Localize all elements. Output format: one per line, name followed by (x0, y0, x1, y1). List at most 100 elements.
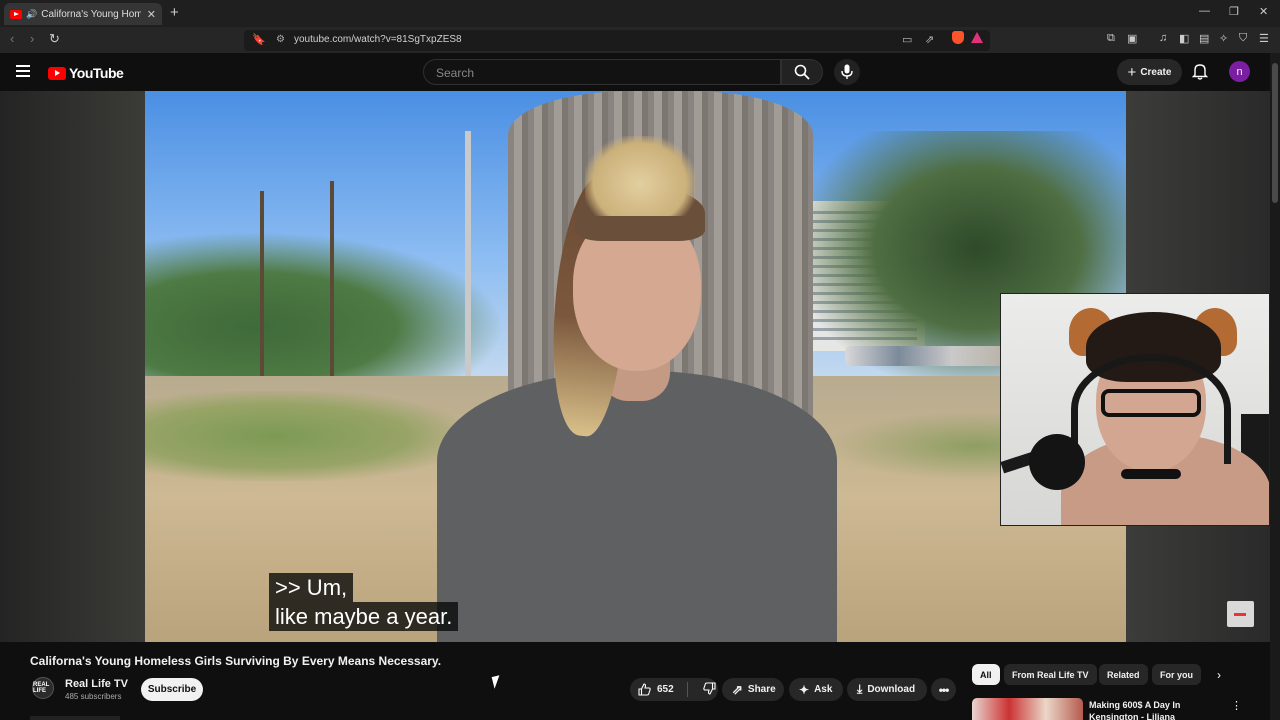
page-scrollbar[interactable] (1270, 53, 1280, 720)
search-icon (794, 64, 810, 80)
more-actions-button[interactable]: ••• (931, 678, 956, 701)
chip-related[interactable]: Related (1099, 664, 1148, 685)
browser-toolbar: ‹ › ↻ 🔖 ⚙ youtube.com/watch?v=81SgTxpZES… (0, 27, 1280, 53)
reload-icon[interactable]: ↻ (49, 31, 60, 47)
download-button[interactable]: ⤓ Download (847, 678, 927, 701)
logo-text: YouTube (69, 65, 124, 81)
chip-for-you[interactable]: For you (1152, 664, 1201, 685)
brave-rewards-icon[interactable] (971, 32, 983, 43)
bell-icon[interactable] (1192, 63, 1208, 80)
brave-shields-icon[interactable] (952, 31, 964, 44)
more-horizontal-icon: ••• (938, 682, 950, 697)
download-icon: ⤓ (857, 682, 863, 696)
create-button[interactable]: + Create (1117, 59, 1182, 85)
player-overlay-button[interactable] (1227, 601, 1254, 627)
close-window-icon[interactable]: ✕ (1259, 5, 1268, 18)
mouse-cursor (491, 675, 503, 689)
forward-icon[interactable]: › (30, 31, 34, 46)
scene-trees-left (145, 231, 505, 391)
scene-palm (260, 191, 264, 391)
ask-label: Ask (814, 684, 833, 695)
back-icon[interactable]: ‹ (10, 31, 14, 46)
ambient-blur-left (0, 91, 145, 642)
video-player[interactable] (0, 91, 1270, 642)
share-button[interactable]: ⇗ Share (722, 678, 784, 701)
caption-line: >> Um, (269, 573, 354, 602)
channel-avatar[interactable]: REAL LIFE (32, 677, 54, 699)
cast-icon[interactable]: ▭ (902, 33, 912, 46)
youtube-play-icon (48, 66, 66, 80)
like-divider (687, 682, 688, 697)
sidebar-panel-icon[interactable]: ▣ (1127, 32, 1137, 45)
sparkle-icon: ✦ (799, 682, 810, 697)
youtube-favicon-icon (10, 9, 22, 19)
scene-lamp-post (465, 131, 471, 391)
webcam-glasses (1101, 389, 1201, 417)
search-button[interactable] (781, 59, 823, 85)
chip-from-channel[interactable]: From Real Life TV (1004, 664, 1097, 685)
minimize-window-icon[interactable]: — (1199, 5, 1210, 17)
search-input[interactable] (434, 65, 764, 81)
speaker-icon[interactable]: 🔊 (26, 9, 37, 20)
scene-palm (330, 181, 334, 391)
related-video-title[interactable]: Making 600$ A Day In Kensington - Lilian… (1089, 699, 1209, 720)
subscriber-count: 485 subscribers (65, 692, 122, 701)
like-dislike-group: 652 (630, 678, 718, 701)
scene-cars (845, 346, 1005, 366)
search-box[interactable] (423, 59, 781, 85)
media-icon[interactable]: ♫ (1159, 32, 1167, 44)
share-label: Share (747, 684, 776, 695)
scrollbar-thumb[interactable] (1272, 63, 1278, 203)
youtube-masthead: YouTube + Create n (0, 53, 1280, 91)
vpn-shield-icon[interactable]: ⛉ (1239, 32, 1247, 45)
dislike-button[interactable] (693, 681, 716, 698)
related-video-thumbnail[interactable] (972, 698, 1083, 720)
extensions-icon[interactable]: ⧉ (1107, 32, 1115, 45)
wallet-icon[interactable]: ▤ (1199, 32, 1209, 45)
description-box-edge (30, 716, 120, 720)
site-info-icon[interactable]: ⚙ (276, 34, 285, 45)
chip-all[interactable]: All (972, 664, 1000, 685)
like-count: 652 (657, 684, 674, 695)
mic-icon (841, 64, 853, 79)
new-tab-icon[interactable]: + (170, 4, 179, 21)
voice-search-button[interactable] (834, 59, 860, 85)
browser-tab-strip: 🔊 Californa's Young Homeless G ✕ + — ❐ ✕ (0, 0, 1280, 27)
webcam-collar (1121, 469, 1181, 479)
restore-window-icon[interactable]: ❐ (1229, 5, 1239, 18)
share-icon: ⇗ (732, 681, 743, 697)
webcam-microphone (1029, 434, 1085, 490)
chevron-right-icon[interactable]: › (1217, 668, 1221, 682)
subscribe-button[interactable]: Subscribe (141, 678, 203, 701)
leo-ai-icon[interactable]: ✧ (1219, 32, 1228, 45)
caption-line: like maybe a year. (269, 602, 459, 631)
video-captions: >> Um, like maybe a year. (269, 573, 459, 631)
plus-icon: + (1127, 63, 1137, 81)
hamburger-icon[interactable] (16, 65, 30, 77)
browser-tab[interactable]: 🔊 Californa's Young Homeless G ✕ (4, 3, 162, 25)
like-button[interactable]: 652 (630, 683, 682, 696)
thumbs-up-icon (638, 683, 651, 696)
download-label: Download (867, 684, 916, 695)
account-avatar[interactable]: n (1229, 61, 1250, 82)
thumbs-down-icon (703, 681, 716, 695)
person-hair-bun (585, 136, 695, 216)
sidebar-toggle-icon[interactable]: ◧ (1179, 32, 1189, 45)
create-label: Create (1140, 66, 1172, 78)
share-page-icon[interactable]: ⇗ (925, 33, 934, 46)
video-title: Californa's Young Homeless Girls Survivi… (30, 654, 442, 668)
address-bar[interactable]: 🔖 ⚙ youtube.com/watch?v=81SgTxpZES8 ▭ ⇗ (244, 30, 990, 51)
address-url[interactable]: youtube.com/watch?v=81SgTxpZES8 (294, 34, 462, 45)
tab-title: Californa's Young Homeless G (41, 8, 142, 20)
bookmark-icon[interactable]: 🔖 (252, 33, 266, 46)
ask-button[interactable]: ✦ Ask (789, 678, 843, 701)
person-shirt (437, 371, 837, 642)
channel-name[interactable]: Real Life TV (65, 678, 128, 690)
youtube-logo[interactable]: YouTube (48, 65, 124, 81)
browser-menu-icon[interactable]: ☰ (1259, 32, 1269, 45)
more-vertical-icon[interactable]: ⋮ (1231, 699, 1242, 712)
close-tab-icon[interactable]: ✕ (147, 8, 156, 21)
video-frame[interactable] (145, 91, 1126, 642)
streamer-webcam-overlay (1000, 293, 1270, 526)
scene-grass (145, 391, 465, 481)
